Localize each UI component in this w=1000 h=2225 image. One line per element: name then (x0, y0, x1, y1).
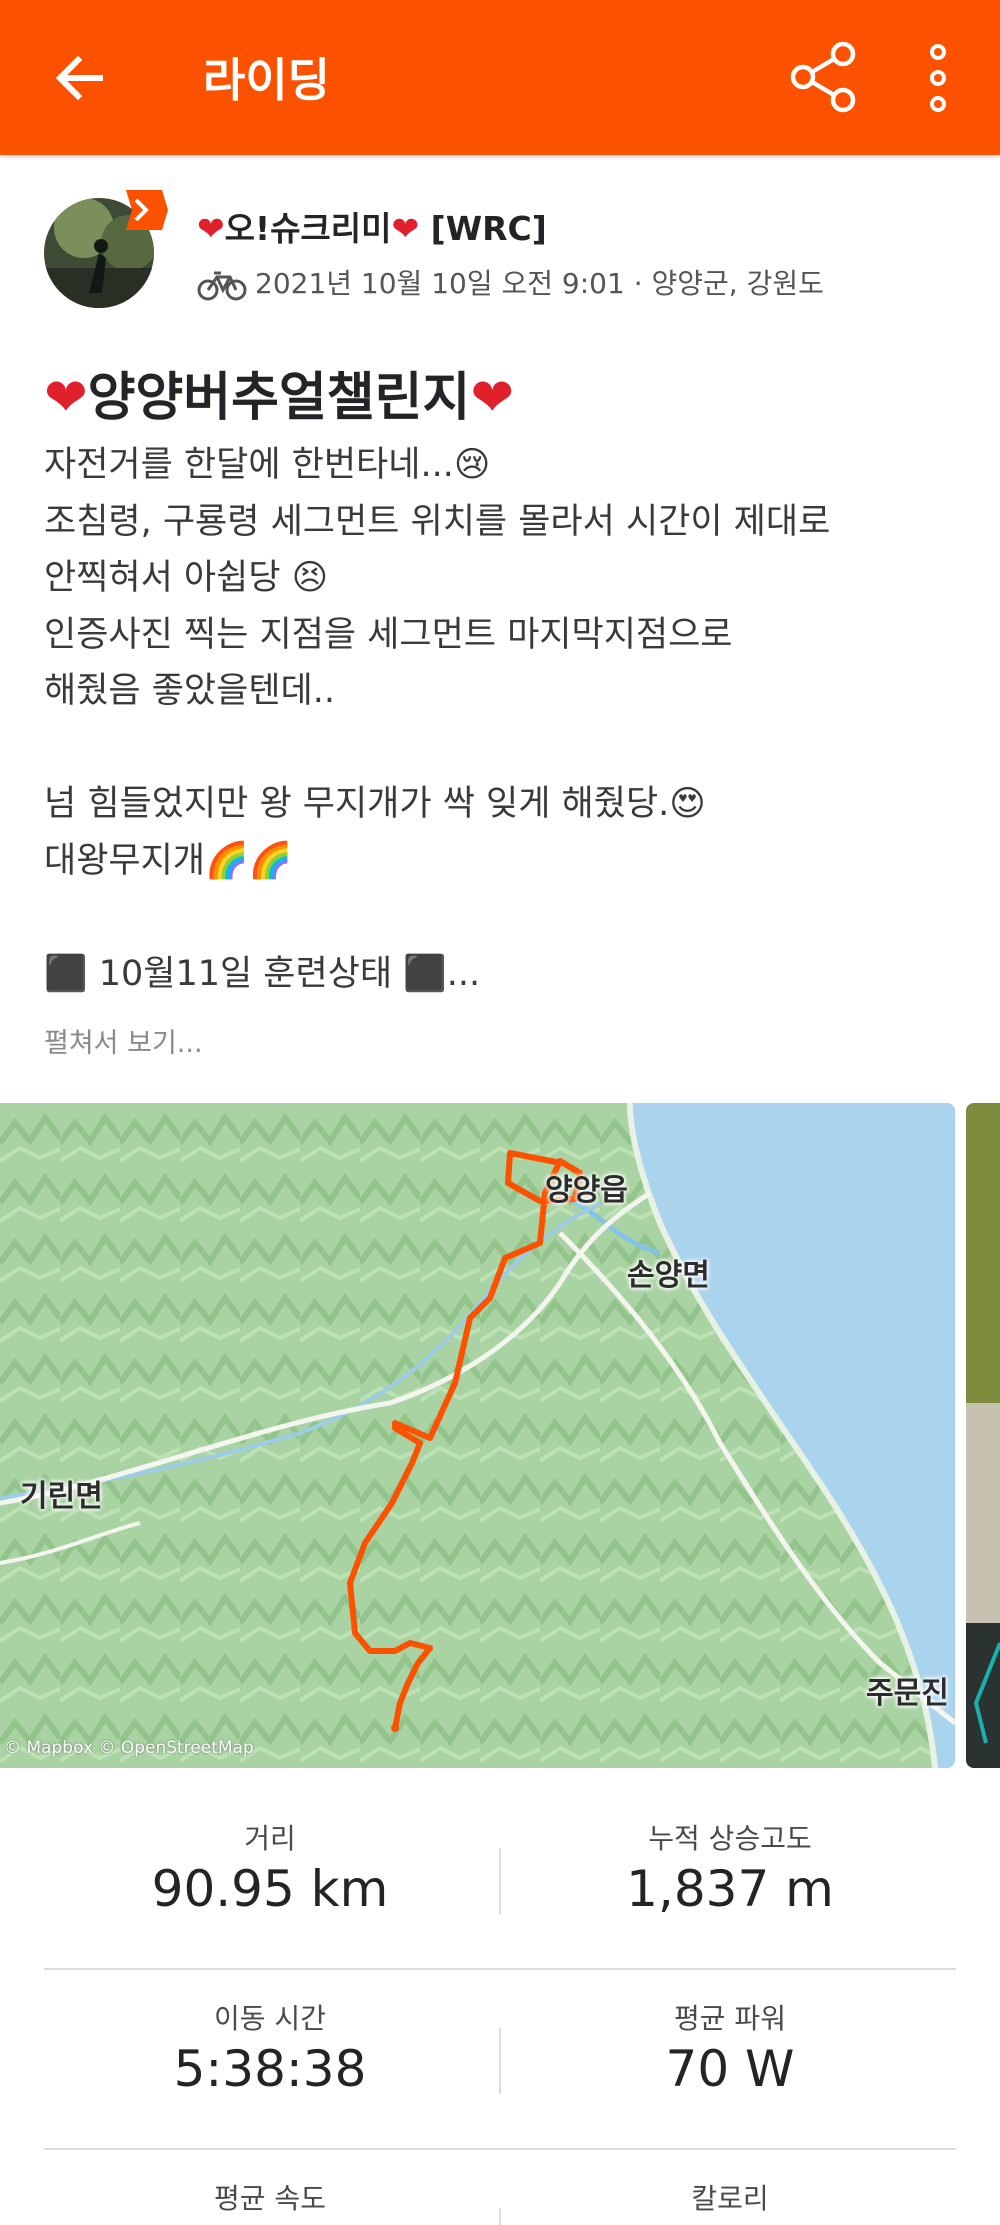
description-line: 넘 힘들었지만 왕 무지개가 싹 잊게 해줬당.😍 (44, 784, 706, 824)
page-title: 라이딩 (203, 53, 330, 107)
description-line (44, 720, 974, 777)
activity-title-text: 양양버추얼챌린지 (87, 368, 471, 428)
athlete-name-text: 오!슈크리미 (224, 209, 392, 248)
club-tag: [WRC] (419, 209, 547, 248)
description-line: 해줬음 좋았을텐데.. (44, 671, 335, 711)
description-line: 자전거를 한달에 한번타네...😢 (44, 445, 491, 485)
activity-title: ❤양양버추얼챌린지❤ (44, 355, 514, 430)
activity-photo-thumbnail[interactable] (966, 1103, 1000, 1768)
more-vertical-icon[interactable] (918, 42, 958, 114)
stat-distance-label: 거리 (244, 1822, 296, 1855)
stat-avg-power-label: 평균 파워 (674, 2002, 786, 2035)
map-label-jumunjin: 주문진 (866, 1676, 949, 1711)
route-map[interactable]: 양양읍 손양면 기린면 주문진 (0, 1103, 955, 1768)
stat-avg-power-value: 70 W (665, 2040, 795, 2098)
description-line: 조침령, 구룡령 세그먼트 위치를 몰라서 시간이 제대로 (44, 501, 831, 542)
description-line: 안찍혀서 아쉽당 😣 (44, 558, 329, 598)
description-line: ⬛ 10월11일 훈련상태 ⬛... (44, 953, 481, 994)
map-label-sonyang: 손양면 (627, 1258, 710, 1293)
heart-emoji: ❤ (44, 368, 88, 428)
athlete-avatar-wrap[interactable] (44, 190, 168, 312)
activity-meta: 2021년 10월 10일 오전 9:01 · 양양군, 강원도 (197, 262, 824, 302)
stat-divider (499, 2028, 501, 2094)
map-label-girin: 기린면 (20, 1479, 103, 1514)
heart-emoji: ❤ (197, 209, 225, 248)
stat-moving-time-label: 이동 시간 (214, 2002, 326, 2035)
heart-emoji: ❤ (391, 209, 420, 248)
share-icon[interactable] (786, 40, 860, 114)
description-line: 대왕무지개🌈🌈 (44, 840, 293, 881)
stat-elevation-value: 1,837 m (626, 1860, 834, 1918)
stat-divider (499, 1848, 501, 1914)
stat-moving-time-value: 5:38:38 (173, 2040, 367, 2098)
expand-description-link[interactable]: 펼쳐서 보기... (44, 1021, 203, 1060)
map-label-yangyang: 양양읍 (545, 1173, 628, 1208)
activity-date: 2021년 10월 10일 오전 9:01 · 양양군, 강원도 (255, 267, 824, 300)
subscriber-badge-icon (126, 190, 168, 230)
heart-emoji: ❤ (470, 368, 514, 428)
stat-distance-value: 90.95 km (151, 1860, 389, 1918)
description-line (44, 889, 974, 946)
stats-row-divider (44, 2148, 956, 2150)
activity-description: 자전거를 한달에 한번타네...😢 조침령, 구룡령 세그먼트 위치를 몰라서 … (44, 437, 974, 1002)
stat-divider (499, 2208, 501, 2225)
stat-elevation-label: 누적 상승고도 (648, 1822, 812, 1855)
app-bar: 라이딩 (0, 0, 1000, 155)
athlete-name[interactable]: ❤오!슈크리미❤ [WRC] (197, 202, 547, 250)
description-line: 인증사진 찍는 지점을 세그먼트 마지막지점으로 (44, 614, 733, 655)
stat-avg-speed-label: 평균 속도 (214, 2182, 326, 2215)
back-arrow-icon[interactable] (48, 46, 112, 110)
bike-icon (197, 271, 247, 301)
stats-row-divider (44, 1968, 956, 1970)
map-attribution[interactable]: © Mapbox © OpenStreetMap (4, 1738, 254, 1758)
stat-calories-label: 칼로리 (691, 2182, 769, 2215)
